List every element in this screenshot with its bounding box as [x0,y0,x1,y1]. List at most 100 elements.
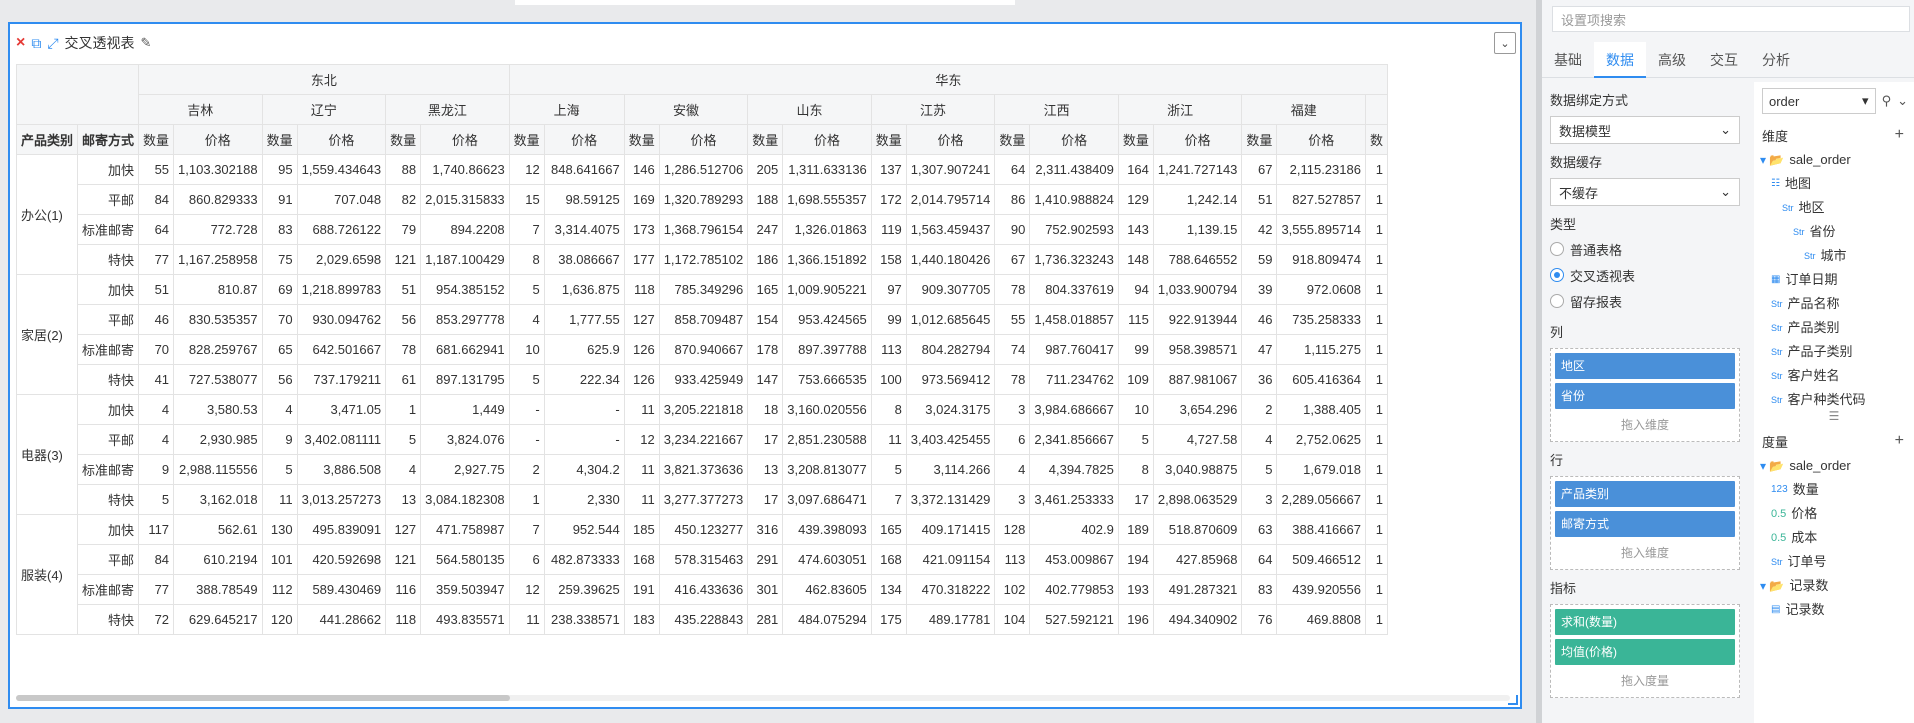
price-cell: 2,988.115556 [173,454,263,485]
tree-item-label: 数量 [1792,482,1819,497]
table-row[interactable]: 特快 5 3,162.018 11 3,013.257273 13 3,084.182308… [17,484,1388,515]
tree-item[interactable]: 123 数量 [1760,478,1914,502]
quantity-cell: 4 [1241,424,1278,455]
price-cell: 3,471.05 [296,394,387,425]
rows-drop-hint: 拖入维度 [1620,546,1669,560]
quantity-cell: 91 [261,184,298,215]
row-field-chip[interactable]: 邮寄方式 [1555,511,1735,537]
quantity-cell: 97 [870,274,907,305]
search-icon[interactable]: ⚲ [1882,93,1892,109]
quantity-cell: 11 [623,484,660,515]
ship-method-cell: 特快 [77,484,140,515]
table-row[interactable]: 标准邮寄 77 388.78549 112 589.430469 116 359.50394… [17,574,1388,605]
tree-item[interactable]: Str 省份 [1760,220,1914,244]
tree-item[interactable]: ▤ 记录数 [1760,598,1914,622]
tree-item[interactable]: 0.5 成本 [1760,526,1914,550]
record-count-icon: ▤ [1771,604,1781,615]
radio-button[interactable] [1550,242,1564,256]
type-option[interactable]: 普通表格 [1550,236,1746,262]
tree-item[interactable]: ▦ 订单日期 [1760,268,1914,292]
table-row[interactable]: 标准邮寄 70 828.259767 65 642.501667 78 681.662941… [17,334,1388,365]
measure-header: 数量 [385,124,422,155]
tree-item[interactable]: Str 产品名称 [1760,292,1914,316]
quantity-cell: 175 [870,604,907,635]
price-cell: 737.179211 [296,364,387,395]
column-field-chip[interactable]: 省份 [1555,383,1735,409]
cache-select[interactable]: 不缓存 ⌄ [1550,178,1740,206]
table-row[interactable]: 电器(3) 加快 4 3,580.53 4 3,471.05 1 1,449- -11 3,205… [16,394,1388,515]
tree-item[interactable]: ☷ 地图 [1760,172,1914,196]
tree-item[interactable]: ▾ 📂 sale_order [1760,454,1914,478]
tab-0[interactable]: 基础 [1542,42,1594,78]
pivot-table-viewport[interactable]: 东北 华东 吉林 辽宁 黑龙江 上海 安徽 山东 江苏 江西 浙江 福建 产品类别 邮寄方式 数量 价格 数量价… [16,64,1516,664]
tab-4[interactable]: 分析 [1750,42,1802,78]
rows-dropzone[interactable]: 产品类别邮寄方式 拖入维度 [1550,476,1740,570]
table-row[interactable]: 特快 72 629.645217 120 441.28662 118 493.835571 1… [17,604,1388,635]
table-row[interactable]: 平邮 84 860.829333 91 707.048 82 2,015.315833 15 9… [17,184,1388,215]
tree-item[interactable]: Str 客户姓名 [1760,364,1914,388]
resize-handle[interactable] [1508,695,1518,705]
type-option[interactable]: 留存报表 [1550,288,1746,314]
table-row[interactable]: 标准邮寄 9 2,988.115556 5 3,886.508 4 2,927.75 2 4,3… [17,454,1388,485]
chevron-down-icon[interactable]: ⌄ [1897,93,1908,109]
price-cell: 3,654.296 [1152,394,1243,425]
price-cell: 2,289.056667 [1276,484,1366,515]
edit-icon[interactable]: ✎ [141,35,152,51]
table-row[interactable]: 特快 41 727.538077 56 737.179211 61 897.131795 5 2… [17,364,1388,395]
tab-1[interactable]: 数据 [1594,42,1646,78]
binding-select[interactable]: 数据模型 ⌄ [1550,116,1740,144]
tree-item[interactable]: Str 订单号 [1760,550,1914,574]
row-field-chip[interactable]: 产品类别 [1555,481,1735,507]
tree-item[interactable]: Str 城市 [1760,244,1914,268]
columns-dropzone[interactable]: 地区 省份 拖入维度 [1550,348,1740,442]
type-option[interactable]: 交叉透视表 [1550,262,1746,288]
tree-item[interactable]: ▾ 📂 记录数 [1760,574,1914,598]
folder-icon: ▾ 📂 [1760,459,1785,473]
settings-search-input[interactable]: 设置项搜索 [1552,6,1910,32]
tab-2[interactable]: 高级 [1646,42,1698,78]
price-cell: 804.337619 [1029,274,1119,305]
table-row[interactable]: 标准邮寄 64 772.728 83 688.726122 79 894.2208 7 3,31… [17,214,1388,245]
tab-3[interactable]: 交互 [1698,42,1750,78]
column-field-chip[interactable]: 地区 [1555,353,1735,379]
tree-splitter[interactable]: ☰ [1754,410,1914,422]
scrollbar-thumb[interactable] [16,695,510,701]
measures-dropzone[interactable]: 求和(数量) 均值(价格) 拖入度量 [1550,604,1740,698]
radio-button[interactable] [1550,294,1564,308]
table-row[interactable]: 特快 77 1,167.258958 75 2,029.6598 121 1,187.100… [17,244,1388,275]
widget-toolbar: × ⧉ ⤢ 交叉透视表 ✎ [16,32,151,54]
pivot-widget[interactable]: × ⧉ ⤢ 交叉透视表 ✎ ⌄ 东北 华东 吉林 辽宁 黑龙江 上海 安徽 山东 江苏 江西 浙江福… [8,22,1522,709]
table-row[interactable]: 服装(4) 加快 117 562.61 130 495.839091 127 471.7589… [16,514,1388,635]
quantity-cell: 5 [508,364,545,395]
measure-field-chip[interactable]: 求和(数量) [1555,609,1735,635]
radio-button[interactable] [1550,268,1564,282]
table-row[interactable]: 平邮 46 830.535357 70 930.094762 56 853.297778 4 1… [17,304,1388,335]
tree-item[interactable]: ▾ 📂 sale_order [1760,148,1914,172]
quantity-cell: 77 [138,244,175,275]
table-row[interactable]: 家居(2) 加快 51 810.87 69 1,218.899783 51 954.38515… [16,274,1388,395]
model-select[interactable]: order ▾ [1762,88,1876,114]
price-cell: 427.85968 [1152,544,1243,575]
widget-menu-button[interactable]: ⌄ [1494,32,1516,54]
price-cell: 954.385152 [420,274,510,305]
expand-icon[interactable]: ⤢ [47,35,58,52]
measure-field-chip[interactable]: 均值(价格) [1555,639,1735,665]
ship-method-cell: 平邮 [77,304,140,335]
table-row[interactable]: 平邮 84 610.2194 101 420.592698 121 564.580135 6 4… [17,544,1388,575]
quantity-cell: 119 [870,214,907,245]
tree-item[interactable]: 0.5 价格 [1760,502,1914,526]
horizontal-scrollbar[interactable] [16,695,1510,701]
table-row[interactable]: 平邮 4 2,930.985 9 3,402.081111 5 3,824.076- -12 3… [17,424,1388,455]
quantity-cell: 11 [870,424,907,455]
tree-item-label: 产品名称 [1787,296,1840,311]
close-icon[interactable]: × [16,34,25,52]
tree-item[interactable]: Str 地区 [1760,196,1914,220]
table-row[interactable]: 办公(1) 加快 55 1,103.302188 95 1,559.434643 88 1,7… [16,154,1388,275]
tree-item[interactable]: Str 产品类别 [1760,316,1914,340]
copy-icon[interactable]: ⧉ [31,35,41,52]
add-measure-icon[interactable]: + [1895,432,1904,450]
measure-header: 数量 [870,124,907,155]
tree-item[interactable]: Str 产品子类别 [1760,340,1914,364]
add-dimension-icon[interactable]: + [1895,126,1904,144]
province-header: 黑龙江 [385,94,510,125]
